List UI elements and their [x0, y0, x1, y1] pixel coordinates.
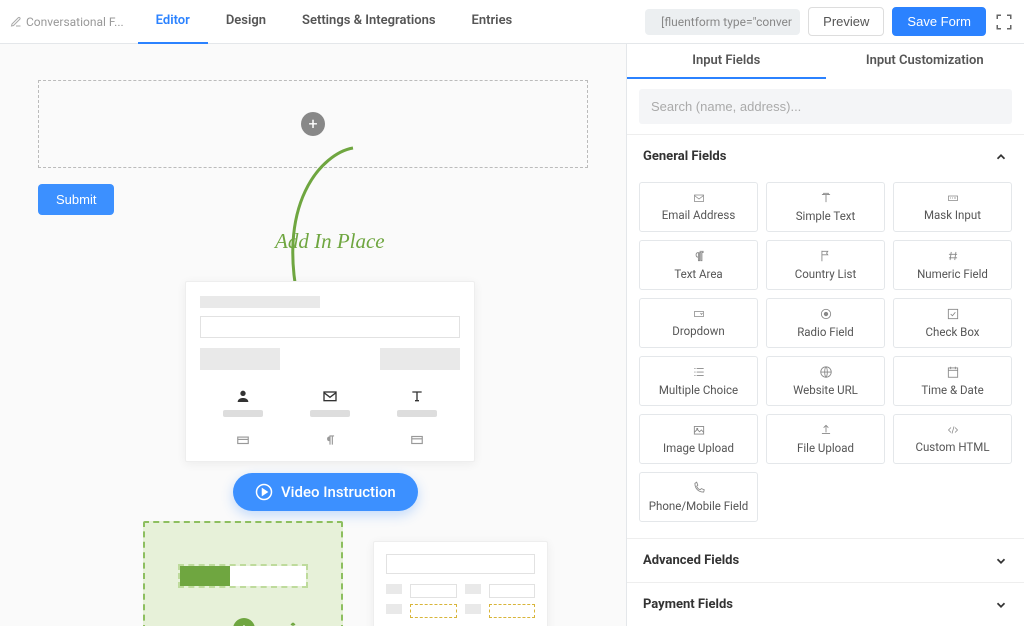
side-mock-card — [373, 541, 548, 626]
field-file-upload[interactable]: File Upload — [766, 414, 885, 464]
card-icon — [235, 433, 251, 447]
drag-add-icon: + — [233, 618, 255, 626]
section-label: Advanced Fields — [643, 553, 739, 568]
submit-button[interactable]: Submit — [38, 184, 114, 215]
mock-card — [185, 281, 475, 462]
tab-input-fields[interactable]: Input Fields — [627, 44, 826, 79]
topbar-left: Conversational F... Editor Design Settin… — [0, 0, 530, 43]
shortcode-text: [fluentform type="conver — [661, 15, 792, 29]
main: + Submit Add In Place — [0, 44, 1024, 626]
tab-settings[interactable]: Settings & Integrations — [284, 0, 454, 44]
section-payment-fields[interactable]: Payment Fields — [627, 582, 1024, 626]
field-multiple-choice[interactable]: Multiple Choice — [639, 356, 758, 406]
video-instruction-button[interactable]: Video Instruction — [233, 473, 418, 511]
user-icon — [235, 388, 251, 404]
form-name-text: Conversational F... — [26, 15, 124, 29]
section-label: Payment Fields — [643, 597, 733, 612]
text-icon — [409, 388, 425, 404]
field-mask-input[interactable]: Mask Input — [893, 182, 1012, 232]
move-icon — [285, 621, 301, 626]
panel-tabs: Input Fields Input Customization — [627, 44, 1024, 79]
chevron-down-icon — [994, 598, 1008, 612]
field-time-date[interactable]: Time & Date — [893, 356, 1012, 406]
field-simple-text[interactable]: Simple Text — [766, 182, 885, 232]
envelope-icon — [322, 388, 338, 404]
section-label: General Fields — [643, 149, 726, 164]
tab-entries[interactable]: Entries — [454, 0, 531, 44]
search-input[interactable] — [639, 89, 1012, 124]
tab-design[interactable]: Design — [208, 0, 284, 44]
chevron-down-icon — [994, 554, 1008, 568]
video-btn-label: Video Instruction — [281, 483, 396, 501]
add-field-button[interactable]: + — [301, 112, 325, 136]
field-country-list[interactable]: Country List — [766, 240, 885, 290]
save-form-button[interactable]: Save Form — [892, 7, 986, 36]
field-checkbox[interactable]: Check Box — [893, 298, 1012, 348]
field-email-address[interactable]: Email Address — [639, 182, 758, 232]
pencil-icon — [10, 16, 22, 28]
play-circle-icon — [255, 483, 273, 501]
top-bar: Conversational F... Editor Design Settin… — [0, 0, 1024, 44]
field-radio[interactable]: Radio Field — [766, 298, 885, 348]
field-website-url[interactable]: Website URL — [766, 356, 885, 406]
tab-input-customization[interactable]: Input Customization — [826, 44, 1024, 79]
topbar-right: [fluentform type="conver Preview Save Fo… — [645, 7, 1024, 36]
field-custom-html[interactable]: Custom HTML — [893, 414, 1012, 464]
section-advanced-fields[interactable]: Advanced Fields — [627, 538, 1024, 582]
form-name[interactable]: Conversational F... — [10, 15, 138, 29]
canvas-pane: + Submit Add In Place — [0, 44, 626, 626]
search-wrap — [627, 79, 1024, 134]
field-text-area[interactable]: Text Area — [639, 240, 758, 290]
field-phone[interactable]: Phone/Mobile Field — [639, 472, 758, 522]
chevron-up-icon — [994, 150, 1008, 164]
illustration: Add In Place — [63, 223, 563, 626]
fullscreen-icon[interactable] — [994, 12, 1014, 32]
tab-editor[interactable]: Editor — [138, 0, 208, 44]
field-dropdown[interactable]: Dropdown — [639, 298, 758, 348]
field-panel: Input Fields Input Customization General… — [626, 44, 1024, 626]
field-image-upload[interactable]: Image Upload — [639, 414, 758, 464]
shortcode-box[interactable]: [fluentform type="conver — [645, 9, 800, 35]
paragraph-icon — [323, 433, 337, 447]
drag-drop-illustration: + — [143, 521, 343, 626]
credit-card-icon — [409, 433, 425, 447]
field-numeric[interactable]: Numeric Field — [893, 240, 1012, 290]
section-general-fields[interactable]: General Fields — [627, 134, 1024, 178]
preview-button[interactable]: Preview — [808, 7, 884, 36]
general-field-grid: Email Address Simple Text Mask Input Tex… — [627, 178, 1024, 538]
